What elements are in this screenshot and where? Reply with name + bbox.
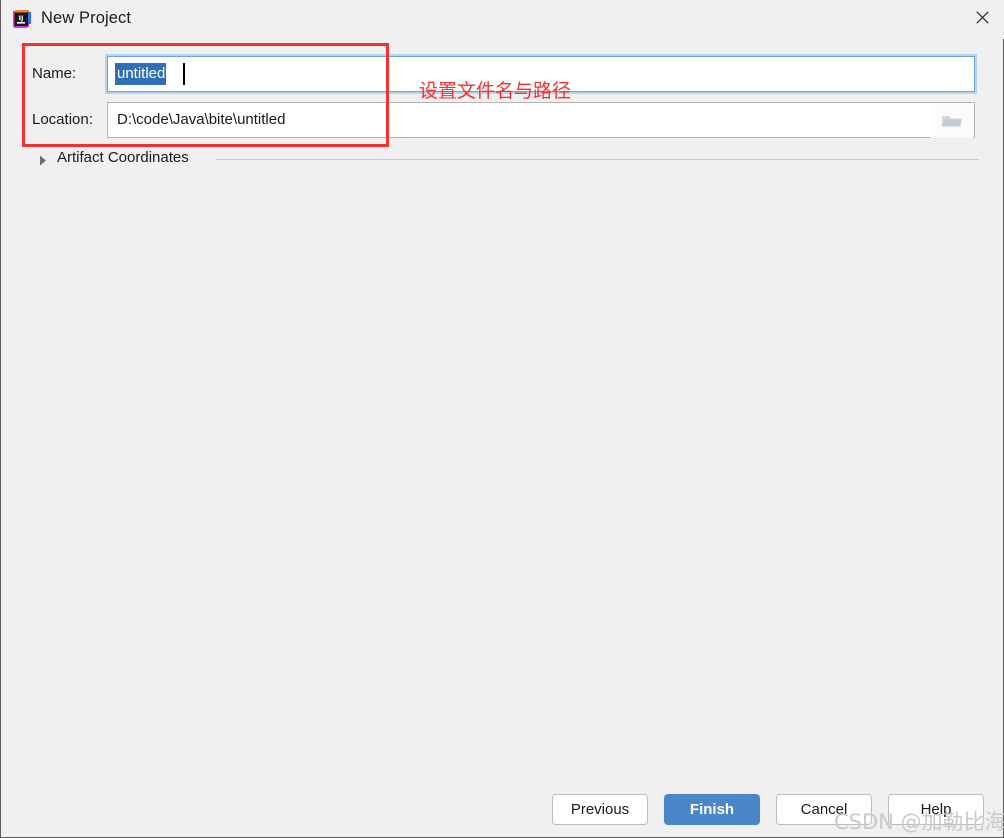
close-icon[interactable] xyxy=(959,0,1004,34)
text-caret xyxy=(183,63,185,85)
location-input-value: D:\code\Java\bite\untitled xyxy=(117,111,286,128)
window-title: New Project xyxy=(41,9,132,27)
folder-icon[interactable] xyxy=(931,104,973,138)
intellij-idea-icon: IJ xyxy=(12,10,32,30)
finish-button[interactable]: Finish xyxy=(664,794,760,825)
new-project-dialog: IJ New Project Name: untitled Location: … xyxy=(0,0,1004,838)
cancel-button[interactable]: Cancel xyxy=(776,794,872,825)
name-input-value: untitled xyxy=(115,63,167,85)
location-row: Location: D:\code\Java\bite\untitled xyxy=(1,102,1004,142)
location-input[interactable]: D:\code\Java\bite\untitled xyxy=(107,102,975,138)
previous-button[interactable]: Previous xyxy=(552,794,648,825)
location-label: Location: xyxy=(32,111,93,128)
annotation-text: 设置文件名与路径 xyxy=(419,80,572,102)
artifact-coordinates-label: Artifact Coordinates xyxy=(57,149,189,166)
chevron-right-icon[interactable] xyxy=(39,153,51,167)
expander-separator xyxy=(216,159,979,160)
name-label: Name: xyxy=(32,65,77,82)
svg-text:IJ: IJ xyxy=(19,14,24,22)
location-input-wrap: D:\code\Java\bite\untitled xyxy=(107,102,975,138)
help-button[interactable]: Help xyxy=(888,794,984,825)
title-bar: IJ New Project xyxy=(1,0,1004,39)
artifact-coordinates-expander[interactable]: Artifact Coordinates xyxy=(1,148,1004,172)
